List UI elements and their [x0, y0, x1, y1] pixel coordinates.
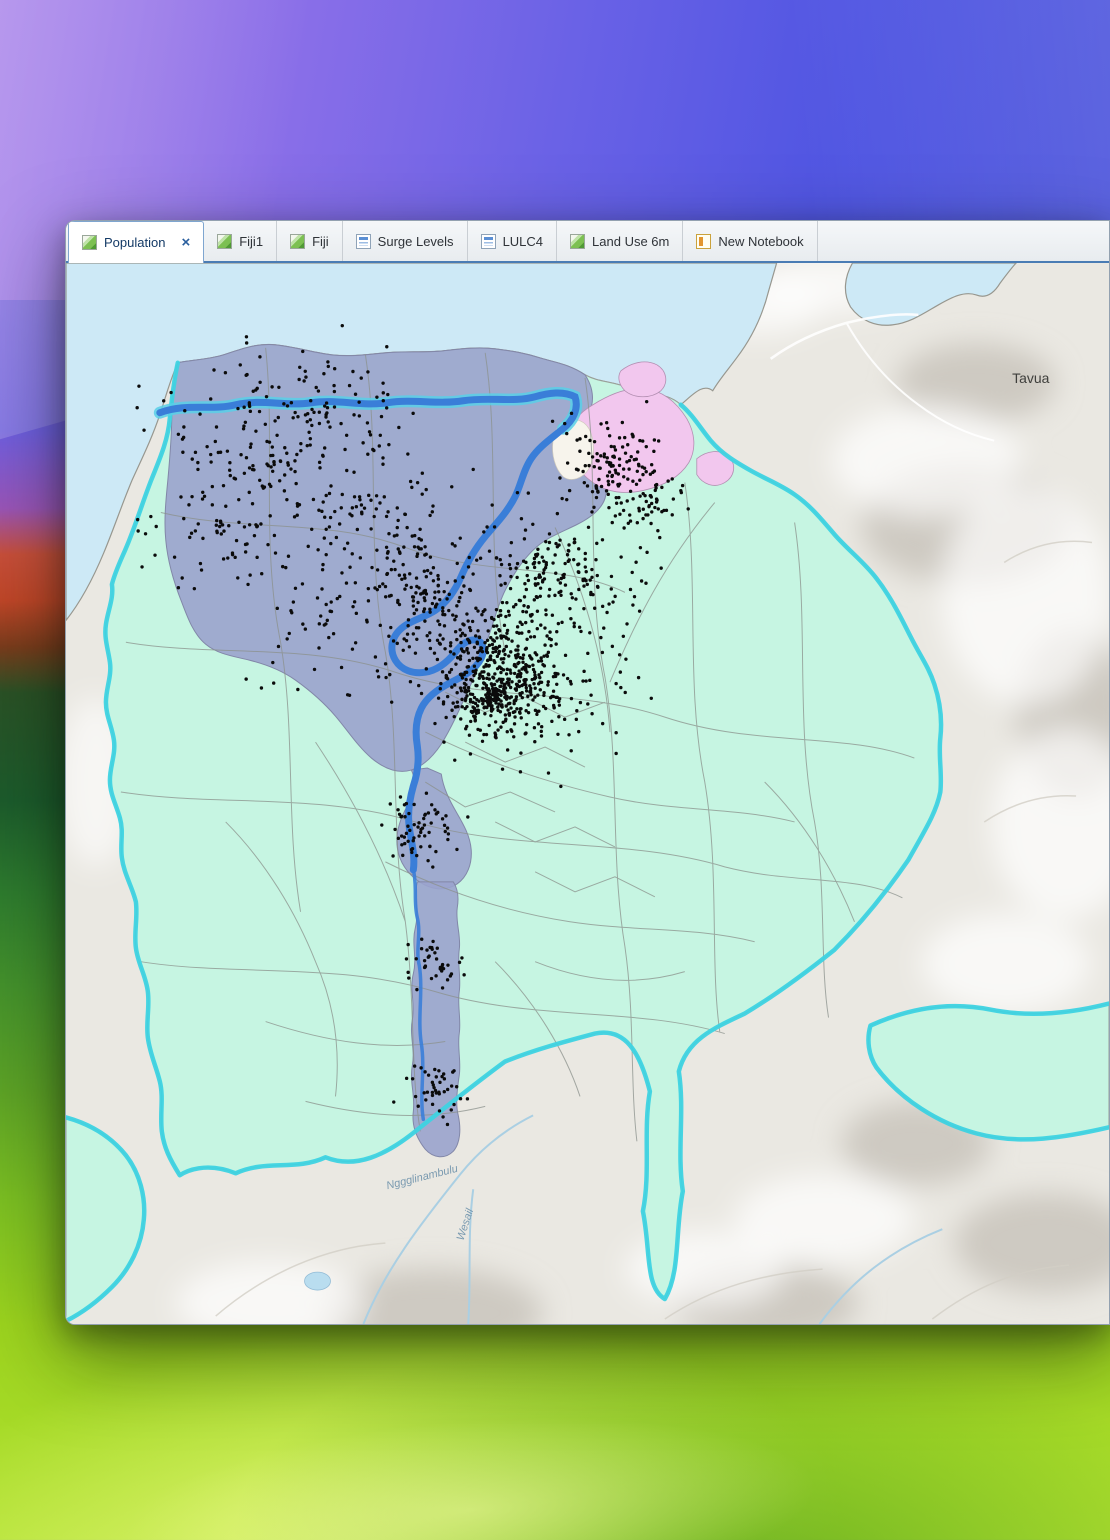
tab-label: Fiji: [312, 234, 329, 249]
tab-surge-levels[interactable]: Surge Levels: [343, 221, 468, 261]
tab-label: Population: [104, 235, 165, 250]
tab-label: New Notebook: [718, 234, 803, 249]
layout-icon: [356, 234, 371, 249]
map-icon: [82, 235, 97, 250]
tab-new-notebook[interactable]: New Notebook: [683, 221, 817, 261]
notebook-icon: [696, 234, 711, 249]
lake: [305, 1272, 331, 1290]
map-icon: [290, 234, 305, 249]
map-view[interactable]: Tavua Nggglinambulu Wesail: [66, 263, 1109, 1324]
tab-lulc4[interactable]: LULC4: [468, 221, 557, 261]
tab-label: Fiji1: [239, 234, 263, 249]
gis-app-window: Population × Fiji1 Fiji Surge Levels LULC4 Lan…: [65, 220, 1110, 1325]
tab-fiji1[interactable]: Fiji1: [204, 221, 277, 261]
tab-label: Surge Levels: [378, 234, 454, 249]
tab-label: Land Use 6m: [592, 234, 669, 249]
map-canvas: Tavua Nggglinambulu Wesail: [66, 263, 1109, 1324]
tab-fiji[interactable]: Fiji: [277, 221, 343, 261]
tab-label: LULC4: [503, 234, 543, 249]
layout-icon: [481, 234, 496, 249]
tab-land-use-6m[interactable]: Land Use 6m: [557, 221, 683, 261]
tab-population[interactable]: Population ×: [68, 221, 204, 263]
wallpaper-waves: [0, 1300, 1110, 1540]
view-tab-bar: Population × Fiji1 Fiji Surge Levels LULC4 Lan…: [66, 221, 1109, 263]
close-icon[interactable]: ×: [181, 235, 190, 250]
map-icon: [217, 234, 232, 249]
place-label-tavua: Tavua: [1012, 370, 1050, 386]
map-icon: [570, 234, 585, 249]
